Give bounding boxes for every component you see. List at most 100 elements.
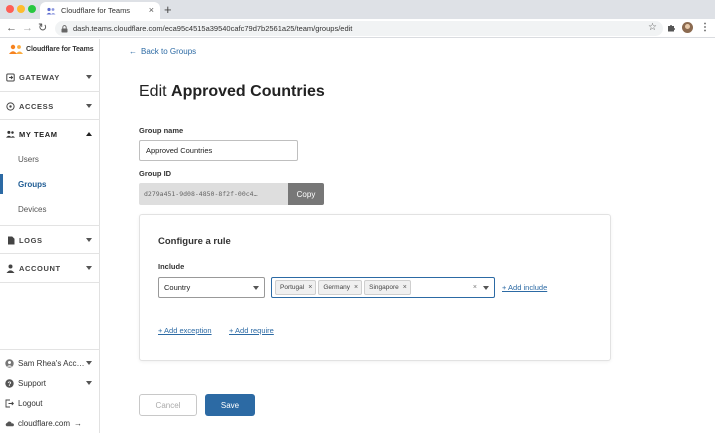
- site-link-label: cloudflare.com: [18, 418, 71, 428]
- logout-label: Logout: [18, 398, 43, 408]
- page-title-name: Approved Countries: [171, 83, 325, 100]
- new-tab-button[interactable]: +: [164, 2, 172, 17]
- cloudflare-dot-com-link[interactable]: cloudflare.com →: [0, 413, 100, 433]
- browser-tab-bar: Cloudflare for Teams × +: [0, 0, 715, 19]
- sidebar-section-my-team[interactable]: MY TEAM: [0, 120, 100, 148]
- add-exception-link[interactable]: + Add exception: [158, 326, 212, 335]
- account-icon: [6, 264, 15, 273]
- sidebar-section-label: ACCESS: [19, 101, 54, 111]
- rule-selector-value: Country: [164, 283, 191, 292]
- chip-remove-icon[interactable]: ×: [403, 284, 407, 291]
- external-arrow-icon: →: [74, 418, 83, 428]
- cloud-icon: [5, 419, 14, 428]
- group-name-label: Group name: [139, 126, 184, 135]
- chevron-down-icon: [86, 238, 92, 242]
- clear-selection-icon[interactable]: ×: [473, 284, 477, 291]
- sidebar: Cloudflare for Teams GATEWAY ACCESS MY T…: [0, 39, 100, 433]
- help-icon: ?: [5, 378, 14, 388]
- browser-tab[interactable]: Cloudflare for Teams ×: [40, 2, 160, 19]
- chevron-up-icon: [86, 132, 92, 136]
- sidebar-section-access[interactable]: ACCESS: [0, 92, 100, 120]
- chevron-down-icon[interactable]: [483, 285, 489, 290]
- back-to-groups-link[interactable]: ← Back to Groups: [129, 47, 196, 56]
- tab-close-icon[interactable]: ×: [149, 6, 154, 15]
- divider: [0, 282, 100, 283]
- rule-card-title: Configure a rule: [158, 236, 231, 247]
- cancel-button[interactable]: Cancel: [139, 394, 197, 416]
- main-content: ← Back to Groups Edit Approved Countries…: [101, 39, 715, 433]
- group-id-value: d279a451-9d08-4850-8f2f-00c4…: [139, 183, 288, 205]
- rule-selector-dropdown[interactable]: Country: [158, 277, 265, 298]
- add-include-link[interactable]: + Add include: [502, 283, 547, 292]
- bookmark-star-icon[interactable]: ☆: [648, 21, 657, 35]
- more-menu-icon[interactable]: ⋮: [700, 21, 710, 35]
- chip-remove-icon[interactable]: ×: [354, 284, 358, 291]
- window-minimize-button[interactable]: [17, 5, 25, 13]
- team-favicon-icon: [46, 6, 56, 16]
- group-id-label: Group ID: [139, 169, 172, 178]
- user-circle-icon: [5, 358, 14, 368]
- window-close-button[interactable]: [6, 5, 14, 13]
- chevron-down-icon: [86, 266, 92, 270]
- svg-text:?: ?: [8, 381, 12, 388]
- logout-link[interactable]: Logout: [0, 393, 100, 413]
- sidebar-item-groups[interactable]: Groups: [0, 174, 100, 194]
- sidebar-section-logs[interactable]: LOGS: [0, 226, 100, 254]
- profile-avatar[interactable]: [682, 22, 693, 33]
- sidebar-section-label: MY TEAM: [19, 129, 58, 139]
- chip-remove-icon[interactable]: ×: [308, 284, 312, 291]
- support-label: Support: [18, 378, 47, 388]
- chip-label: Singapore: [369, 284, 399, 291]
- rule-card: Configure a rule Include Country Portuga…: [139, 214, 611, 361]
- copy-button[interactable]: Copy: [288, 183, 324, 205]
- access-icon: [6, 101, 15, 111]
- url-text: dash.teams.cloudflare.com/eca95c4515a395…: [73, 24, 353, 33]
- sidebar-section-gateway[interactable]: GATEWAY: [0, 63, 100, 91]
- chip-label: Germany: [323, 284, 351, 291]
- country-chip: Germany ×: [318, 280, 363, 295]
- forward-arrow-icon[interactable]: →: [22, 21, 33, 35]
- sidebar-section-label: ACCOUNT: [19, 263, 61, 273]
- tab-title: Cloudflare for Teams: [61, 6, 131, 15]
- country-chip: Portugal ×: [275, 280, 317, 295]
- lock-icon: [61, 24, 68, 32]
- chevron-down-icon: [86, 361, 92, 365]
- sidebar-item-devices[interactable]: Devices: [0, 199, 100, 219]
- divider: [0, 349, 100, 350]
- sidebar-section-account[interactable]: ACCOUNT: [0, 254, 100, 282]
- browser-toolbar: ← → ↻ dash.teams.cloudflare.com/eca95c45…: [0, 19, 715, 38]
- cloudflare-logo[interactable]: Cloudflare for Teams: [9, 44, 94, 54]
- add-require-link[interactable]: + Add require: [229, 326, 274, 335]
- window-maximize-button[interactable]: [28, 5, 36, 13]
- sidebar-section-label: LOGS: [19, 235, 43, 245]
- logo-text: Cloudflare for Teams: [26, 45, 94, 53]
- address-bar[interactable]: dash.teams.cloudflare.com/eca95c4515a395…: [55, 21, 663, 36]
- save-button[interactable]: Save: [205, 394, 255, 416]
- chevron-down-icon: [86, 381, 92, 385]
- reload-icon[interactable]: ↻: [38, 21, 47, 35]
- support-menu[interactable]: ? Support: [0, 373, 100, 393]
- chevron-down-icon: [253, 285, 259, 290]
- chevron-down-icon: [86, 75, 92, 79]
- page-title-prefix: Edit: [139, 83, 167, 100]
- arrow-left-icon: ←: [129, 47, 137, 56]
- account-switcher[interactable]: Sam Rhea's Account: [0, 353, 100, 373]
- logs-icon: [6, 236, 15, 245]
- logout-icon: [5, 399, 14, 408]
- sidebar-item-users[interactable]: Users: [0, 149, 100, 169]
- chevron-down-icon: [86, 104, 92, 108]
- team-logo-icon: [9, 44, 23, 54]
- include-label: Include: [158, 262, 185, 271]
- sidebar-section-label: GATEWAY: [19, 72, 60, 82]
- back-arrow-icon[interactable]: ←: [6, 21, 17, 35]
- country-chip: Singapore ×: [364, 280, 411, 295]
- back-link-label: Back to Groups: [141, 47, 197, 56]
- extensions-icon[interactable]: [667, 21, 676, 37]
- country-multiselect[interactable]: Portugal × Germany × Singapore × ×: [271, 277, 495, 298]
- chip-label: Portugal: [280, 284, 305, 291]
- page-title: Edit Approved Countries: [139, 83, 325, 101]
- group-name-input[interactable]: Approved Countries: [139, 140, 298, 161]
- gateway-icon: [6, 73, 15, 82]
- account-name: Sam Rhea's Account: [18, 358, 86, 368]
- team-icon: [6, 130, 15, 139]
